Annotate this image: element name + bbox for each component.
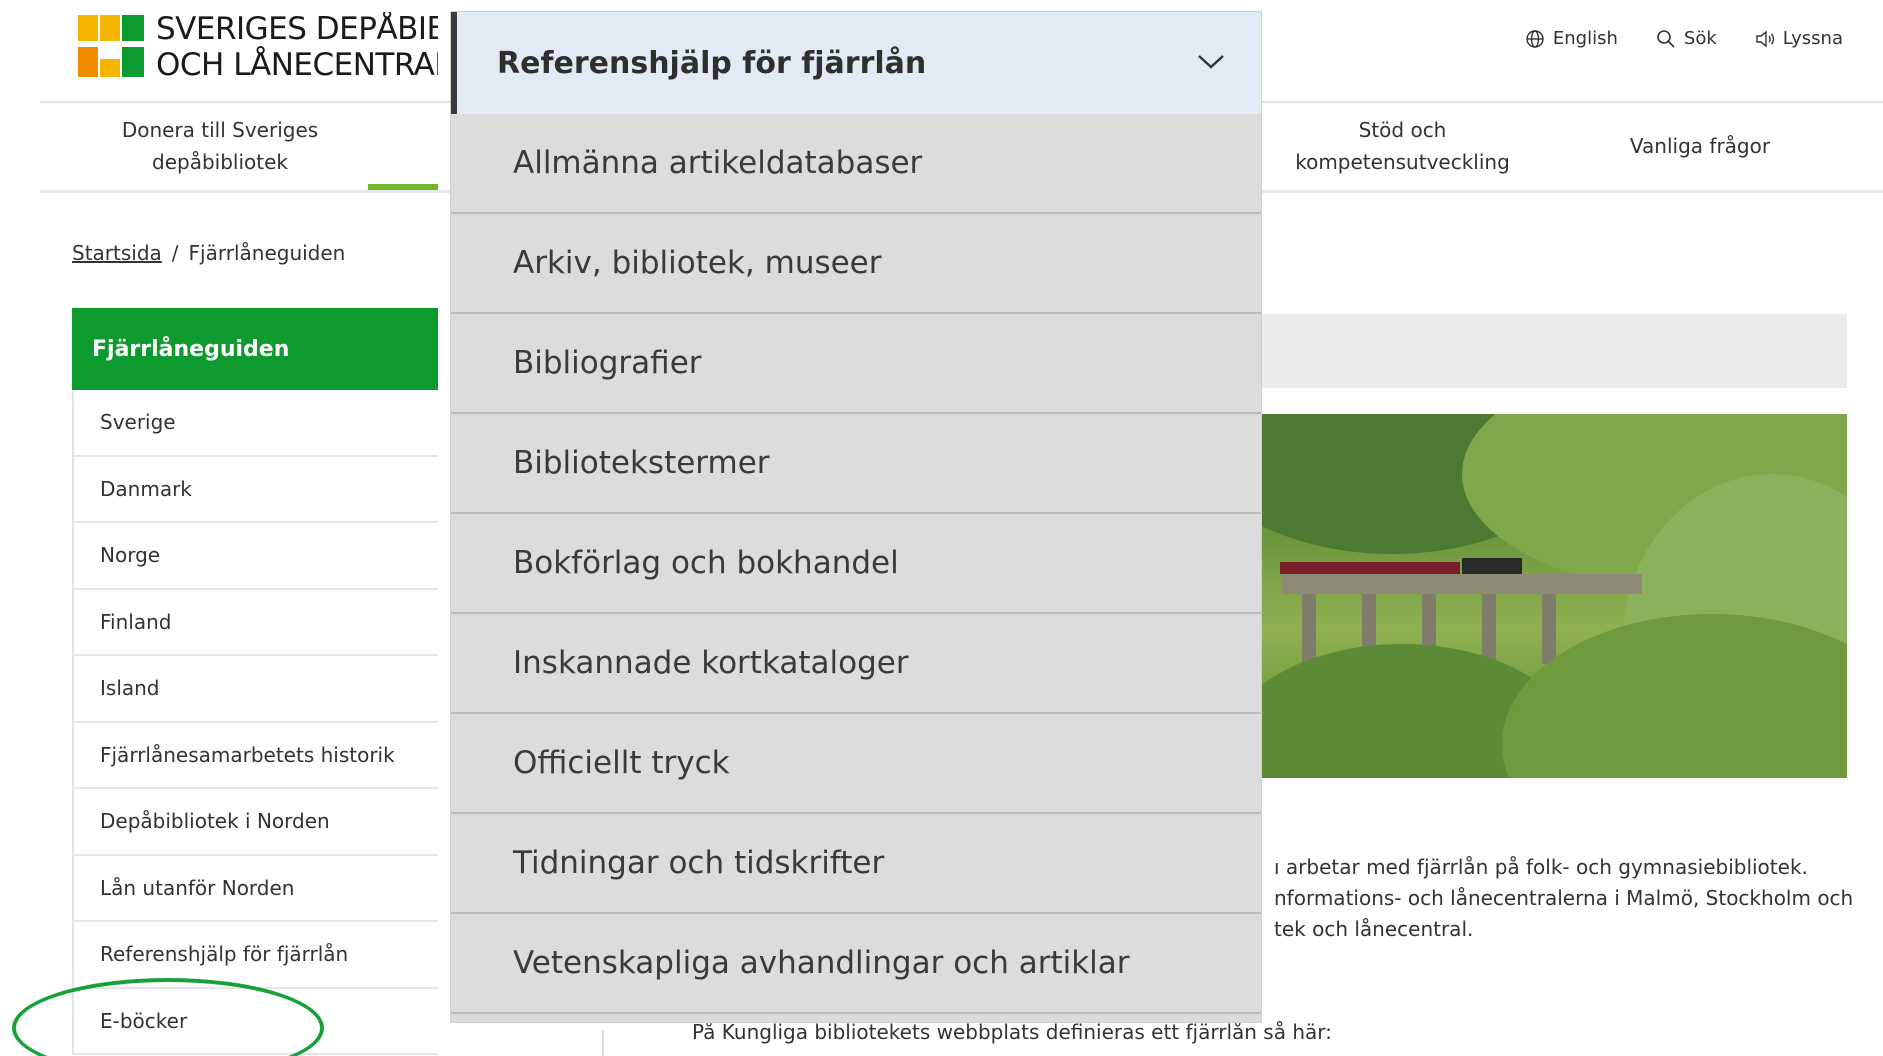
english-link[interactable]: English [1525, 28, 1618, 49]
definition-intro-text: På Kungliga bibliotekets webbplats defin… [692, 1020, 1332, 1044]
sidenav-item-finland[interactable]: Finland [72, 589, 438, 656]
hero-image-viaduct [1262, 414, 1847, 778]
breadcrumb: Startsida / Fjärrlåneguiden [72, 241, 345, 265]
sidenav-item-norge[interactable]: Norge [72, 523, 438, 590]
logo-line-2: OCH LÅNECENTRAL [156, 47, 438, 82]
listen-link[interactable]: Lyssna [1755, 28, 1843, 49]
breadcrumb-separator: / [171, 241, 179, 265]
intro-line-3: tek och lånecentral. [1274, 917, 1474, 941]
content-grey-band [1262, 314, 1847, 388]
sidenav-item-e-bocker[interactable]: E-böcker [72, 988, 438, 1055]
listen-label: Lyssna [1782, 28, 1843, 49]
dropdown-item-tidningar[interactable]: Tidningar och tidskrifter [451, 814, 1261, 914]
speaker-icon [1756, 30, 1774, 47]
sidenav-item-depabibliotek[interactable]: Depåbibliotek i Norden [72, 789, 438, 856]
english-label: English [1552, 28, 1618, 49]
nav-support-line2: kompetensutveckling [1295, 150, 1510, 174]
dropdown-item-bibliotekstermer[interactable]: Bibliotekstermer [451, 414, 1261, 514]
sidenav-item-sverige[interactable]: Sverige [72, 390, 438, 457]
nav-faq[interactable]: Vanliga frågor [1585, 130, 1815, 162]
reference-dropdown-menu: Referenshjälp för fjärrlån Allmänna arti… [451, 12, 1261, 1022]
nav-support-line1: Stöd och [1358, 118, 1447, 142]
sidenav-item-historik[interactable]: Fjärrlånesamarbetets historik [72, 722, 438, 789]
breadcrumb-home[interactable]: Startsida [72, 241, 162, 265]
search-icon [1657, 29, 1675, 48]
side-navigation: Fjärrlåneguiden Sverige Danmark Norge Fi… [72, 308, 438, 1055]
nav-donate-line1: Donera till Sveriges [121, 118, 319, 142]
search-link[interactable]: Sök [1656, 28, 1717, 49]
dropdown-toggle[interactable]: Referenshjälp för fjärrlån [451, 12, 1261, 114]
intro-line-2: nformations- och lånecentralerna i Malmö… [1274, 886, 1854, 910]
intro-line-1: ı arbetar med fjärrlån på folk- och gymn… [1274, 855, 1808, 879]
sidenav-item-island[interactable]: Island [72, 656, 438, 723]
content-left-rule [602, 1030, 604, 1056]
dropdown-item-artikeldatabaser[interactable]: Allmänna artikeldatabaser [451, 114, 1261, 214]
nav-donate-line2: depåbibliotek [152, 150, 288, 174]
utility-links: English Sök Lyssna [1525, 28, 1843, 49]
dropdown-item-bibliografier[interactable]: Bibliografier [451, 314, 1261, 414]
globe-icon [1526, 29, 1544, 48]
dropdown-item-avhandlingar[interactable]: Vetenskapliga avhandlingar och artiklar [451, 914, 1261, 1014]
site-logo[interactable]: SVERIGES DEPÅBIBLIOTEK OCH LÅNECENTRAL [78, 12, 438, 82]
sidenav-item-lan-utanfor[interactable]: Lån utanför Norden [72, 855, 438, 922]
nav-donate[interactable]: Donera till Sveriges depåbibliotek [90, 114, 350, 178]
dropdown-title: Referenshjälp för fjärrlån [497, 45, 927, 81]
sidenav-title[interactable]: Fjärrlåneguiden [72, 308, 438, 390]
dropdown-item-bokforlag[interactable]: Bokförlag och bokhandel [451, 514, 1261, 614]
logo-line-1: SVERIGES DEPÅBIBLIOTEK [156, 12, 438, 47]
sidenav-item-danmark[interactable]: Danmark [72, 456, 438, 523]
chevron-down-icon[interactable] [1195, 51, 1227, 75]
logo-text: SVERIGES DEPÅBIBLIOTEK OCH LÅNECENTRAL [156, 12, 438, 82]
dropdown-item-kortkataloger[interactable]: Inskannade kortkataloger [451, 614, 1261, 714]
breadcrumb-current: Fjärrlåneguiden [188, 241, 346, 265]
logo-mark-icon [78, 15, 146, 79]
dropdown-item-officiellt-tryck[interactable]: Officiellt tryck [451, 714, 1261, 814]
intro-paragraph: ı arbetar med fjärrlån på folk- och gymn… [1274, 852, 1874, 945]
dropdown-item-arkiv[interactable]: Arkiv, bibliotek, museer [451, 214, 1261, 314]
nav-support[interactable]: Stöd och kompetensutveckling [1280, 114, 1525, 178]
search-label: Sök [1683, 28, 1717, 49]
sidenav-item-referenshjalp[interactable]: Referenshjälp för fjärrlån [72, 922, 438, 989]
